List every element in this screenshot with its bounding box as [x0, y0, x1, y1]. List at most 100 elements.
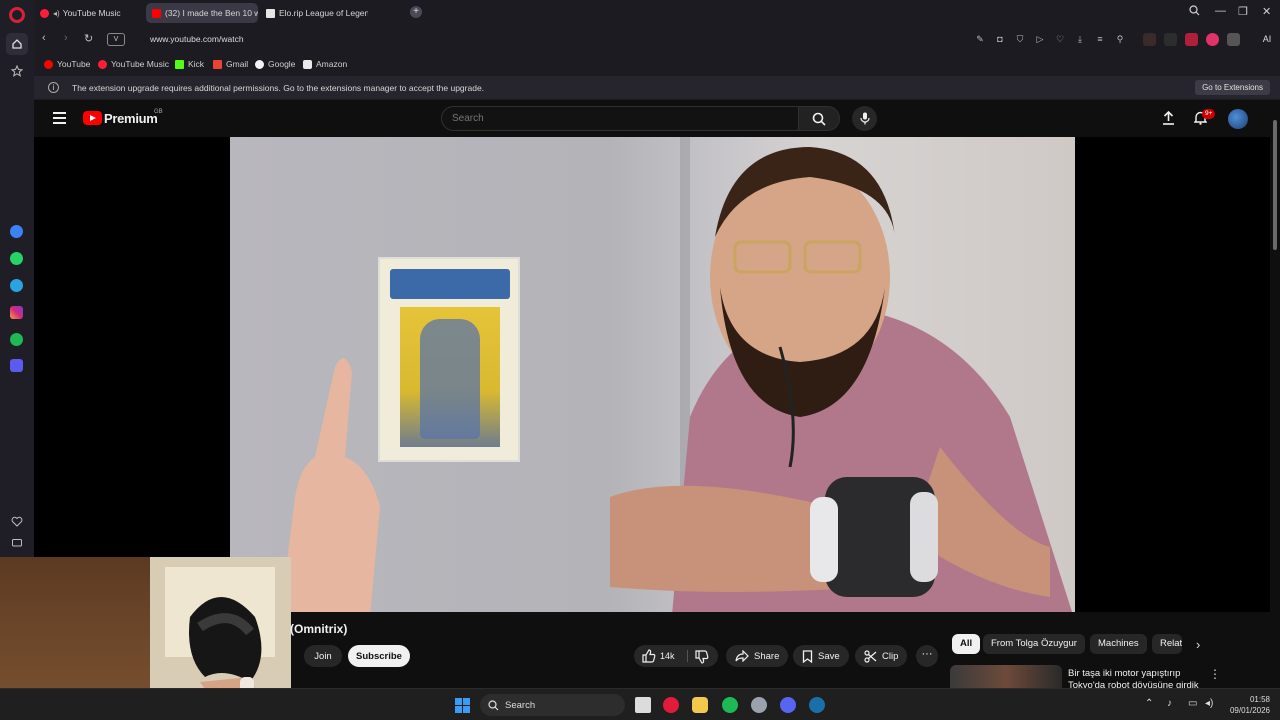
extension-1-icon[interactable] [1143, 33, 1156, 46]
chip-all[interactable]: All [952, 634, 981, 654]
tab-elo-rip[interactable]: Elo.rip League of Legends [260, 3, 368, 23]
like-count[interactable]: 14k [660, 651, 675, 661]
opera-taskbar-icon[interactable] [663, 697, 679, 713]
share-button[interactable]: Share [726, 645, 789, 667]
bookmark-kick[interactable]: Kick [175, 59, 204, 69]
spotify-taskbar-icon[interactable] [722, 697, 738, 713]
edit-icon[interactable]: ✎ [975, 34, 985, 44]
download-icon[interactable]: ⤓ [1075, 34, 1085, 44]
reload-icon[interactable]: ↻ [84, 32, 93, 45]
close-icon[interactable]: ✕ [1262, 5, 1271, 18]
spotify-icon[interactable] [10, 333, 23, 346]
bookmark-icon [802, 649, 813, 663]
video-player[interactable] [34, 137, 1270, 612]
dislike-icon[interactable] [695, 650, 709, 664]
menu-icon[interactable] [53, 112, 66, 124]
ai-icon[interactable]: AI [1256, 34, 1278, 44]
back-icon[interactable]: ‹ [42, 32, 46, 44]
youtube-premium-logo[interactable]: Premium [104, 111, 158, 126]
app-taskbar-icon[interactable] [751, 697, 767, 713]
chevron-right-icon[interactable]: › [1196, 637, 1200, 652]
upload-icon[interactable] [1160, 110, 1176, 126]
chip-from-channel[interactable]: From Tolga Özuygur [983, 634, 1085, 654]
clip-button[interactable]: Clip [855, 645, 908, 667]
scissors-icon [864, 649, 877, 663]
chip-related[interactable]: Relat [1152, 634, 1182, 654]
windows-taskbar: Search ⌃ ♪ ▭ ◂) 01:58 09/01/2026 [0, 688, 1280, 720]
save-button[interactable]: Save [793, 645, 849, 667]
tray-chevron-up-icon[interactable]: ⌃ [1145, 698, 1153, 709]
like-icon[interactable] [642, 649, 656, 663]
amazon-icon [303, 59, 312, 69]
bookmark-youtube-music[interactable]: YouTube Music [98, 59, 169, 69]
system-clock[interactable]: 01:58 09/01/2026 [1230, 694, 1270, 716]
tab-search-icon[interactable] [1189, 5, 1200, 19]
youtube-logo-icon[interactable] [83, 111, 102, 125]
steam-taskbar-icon[interactable] [809, 697, 825, 713]
play-icon[interactable]: ▷ [1035, 34, 1045, 44]
recommendation-menu-icon[interactable]: ⋮ [1209, 667, 1221, 681]
bookmarks-bar: YouTube YouTube Music Kick Gmail Google … [34, 56, 1280, 74]
search-input[interactable] [442, 107, 798, 130]
bookmark-star-icon[interactable] [6, 60, 28, 82]
banner-message: The extension upgrade requires additiona… [72, 83, 485, 93]
taskbar-search[interactable]: Search [480, 694, 625, 716]
recommendation-thumbnail[interactable] [950, 665, 1062, 688]
tab-youtube-video[interactable]: (32) I made the Ben 10 wa [146, 3, 258, 23]
player-icon[interactable] [10, 359, 23, 372]
camera-icon[interactable]: ◘ [995, 34, 1005, 44]
extension-4-icon[interactable] [1206, 33, 1219, 46]
extension-3-icon[interactable] [1185, 33, 1198, 46]
like-dislike-group: 14k [634, 645, 718, 667]
whatsapp-icon[interactable] [10, 252, 23, 265]
video-title: (Omnitrix) [290, 622, 348, 636]
tab-youtube-music[interactable]: ◂) YouTube Music [34, 3, 142, 23]
task-view-icon[interactable] [635, 697, 651, 713]
heart-outline-icon[interactable]: ♡ [1055, 34, 1065, 44]
opera-logo-icon[interactable] [9, 7, 25, 23]
telegram-icon[interactable] [10, 279, 23, 292]
youtube-icon [44, 59, 53, 69]
heart-icon[interactable] [6, 510, 28, 532]
bookmark-gmail[interactable]: Gmail [213, 59, 248, 69]
subscribe-button[interactable]: Subscribe [348, 645, 410, 667]
shield-icon[interactable]: ⛉ [1015, 34, 1025, 44]
chip-machines[interactable]: Machines [1090, 634, 1147, 654]
volume-icon[interactable]: ◂) [1205, 698, 1213, 709]
forward-icon[interactable]: › [64, 32, 68, 44]
profile-icon[interactable]: ⚲ [1115, 34, 1125, 44]
recommendation-title[interactable]: Bir taşa iki motor yapıştırıp Tokyo'da r… [1068, 668, 1202, 688]
page-scrollbar[interactable] [1272, 100, 1278, 688]
more-actions-icon[interactable]: ··· [916, 645, 938, 667]
new-tab-button[interactable]: + [410, 6, 422, 18]
bookmark-amazon[interactable]: Amazon [303, 59, 347, 69]
file-explorer-icon[interactable] [692, 697, 708, 713]
discord-taskbar-icon[interactable] [780, 697, 796, 713]
vpn-badge[interactable]: V [107, 33, 125, 46]
youtube-header: Premium GB 9+ [34, 100, 1280, 137]
bookmark-youtube[interactable]: YouTube [44, 59, 90, 69]
info-icon: i [48, 82, 59, 93]
extension-2-icon[interactable] [1164, 33, 1177, 46]
url-field[interactable]: www.youtube.com/watch [150, 34, 244, 44]
chat-icon[interactable] [6, 532, 28, 554]
windows-start-icon[interactable] [455, 698, 470, 713]
extensions-cube-icon[interactable] [1227, 33, 1240, 46]
messenger-icon[interactable] [10, 225, 23, 238]
instagram-icon[interactable] [10, 306, 23, 319]
screen: ◂) YouTube Music (32) I made the Ben 10 … [0, 0, 1280, 720]
home-icon[interactable] [6, 33, 28, 55]
tray-microphone-icon[interactable]: ♪ [1167, 698, 1172, 709]
go-to-extensions-button[interactable]: Go to Extensions [1195, 80, 1270, 95]
avatar[interactable] [1228, 109, 1248, 129]
join-button[interactable]: Join [304, 645, 342, 667]
restore-icon[interactable]: ❐ [1238, 5, 1248, 18]
speaker-icon[interactable]: ◂) [53, 9, 60, 18]
bookmark-google[interactable]: Google [255, 59, 295, 69]
menu-lines-icon[interactable]: ≡ [1095, 34, 1105, 44]
minimize-icon[interactable]: — [1215, 5, 1226, 17]
network-icon[interactable]: ▭ [1188, 698, 1197, 709]
voice-search-button[interactable] [852, 106, 877, 131]
search-button[interactable] [798, 106, 840, 131]
video-frame[interactable] [230, 137, 1075, 612]
